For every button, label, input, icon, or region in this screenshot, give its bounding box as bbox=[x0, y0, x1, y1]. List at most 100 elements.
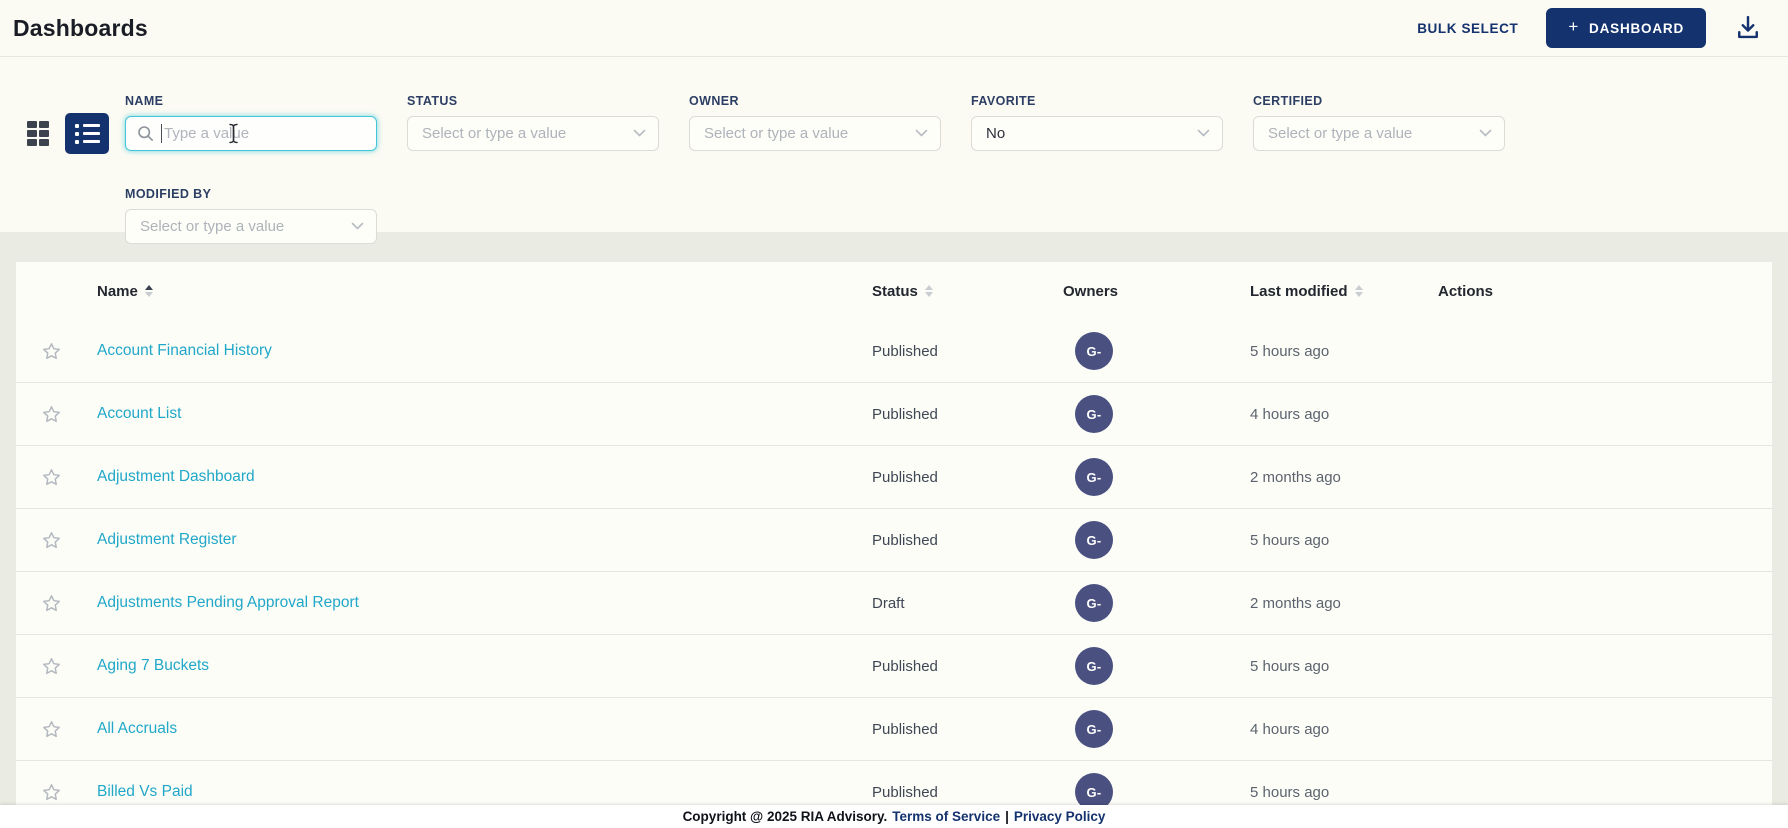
star-outline-icon bbox=[41, 719, 62, 740]
last-modified-value: 2 months ago bbox=[1250, 469, 1438, 486]
last-modified-value: 4 hours ago bbox=[1250, 721, 1438, 738]
terms-of-service-link[interactable]: Terms of Service bbox=[892, 809, 1000, 824]
chevron-down-icon bbox=[915, 125, 928, 142]
star-outline-icon bbox=[41, 467, 62, 488]
favorite-star-button[interactable] bbox=[41, 656, 62, 677]
status-value: Published bbox=[872, 406, 1063, 423]
name-filter-input[interactable] bbox=[125, 116, 377, 151]
plus-icon: + bbox=[1568, 17, 1579, 37]
modified-by-filter-select[interactable]: Select or type a value bbox=[125, 209, 377, 244]
owner-filter-label: OWNER bbox=[689, 94, 941, 108]
dashboard-name-link[interactable]: Aging 7 Buckets bbox=[97, 657, 209, 674]
favorite-star-button[interactable] bbox=[41, 782, 62, 803]
status-value: Published bbox=[872, 658, 1063, 675]
status-value: Published bbox=[872, 721, 1063, 738]
dashboards-table: Name Status Owners Last modified Actions… bbox=[16, 262, 1772, 824]
filter-field-owner: OWNER Select or type a value bbox=[689, 94, 941, 151]
dashboard-name-link[interactable]: Adjustment Dashboard bbox=[97, 468, 255, 485]
sort-icon-last-modified bbox=[1355, 285, 1363, 297]
favorite-star-button[interactable] bbox=[41, 530, 62, 551]
chevron-down-icon bbox=[351, 218, 364, 235]
filter-field-status: STATUS Select or type a value bbox=[407, 94, 659, 151]
owner-avatar: G- bbox=[1075, 647, 1113, 685]
star-outline-icon bbox=[41, 341, 62, 362]
owner-filter-placeholder: Select or type a value bbox=[704, 125, 848, 142]
dashboard-name-link[interactable]: Account Financial History bbox=[97, 342, 272, 359]
favorite-star-button[interactable] bbox=[41, 341, 62, 362]
list-icon bbox=[75, 124, 100, 128]
owner-avatar: G- bbox=[1075, 332, 1113, 370]
certified-filter-label: CERTIFIED bbox=[1253, 94, 1505, 108]
column-header-status[interactable]: Status bbox=[872, 283, 1063, 300]
card-view-toggle[interactable] bbox=[27, 120, 51, 148]
new-dashboard-button[interactable]: + DASHBOARD bbox=[1546, 8, 1706, 48]
last-modified-value: 5 hours ago bbox=[1250, 658, 1438, 675]
dashboard-name-link[interactable]: Account List bbox=[97, 405, 181, 422]
column-header-last-modified[interactable]: Last modified bbox=[1250, 283, 1438, 300]
dashboard-name-link[interactable]: All Accruals bbox=[97, 720, 177, 737]
table-row: Aging 7 Buckets Published G- 5 hours ago bbox=[16, 635, 1772, 698]
favorite-star-button[interactable] bbox=[41, 404, 62, 425]
status-value: Published bbox=[872, 784, 1063, 801]
sort-icon-name-ascending bbox=[145, 285, 153, 297]
name-filter-label: NAME bbox=[125, 94, 377, 108]
header-actions: BULK SELECT + DASHBOARD bbox=[1417, 8, 1762, 48]
star-outline-icon bbox=[41, 782, 62, 803]
footer-separator: | bbox=[1005, 809, 1009, 824]
status-filter-label: STATUS bbox=[407, 94, 659, 108]
filter-section: NAME STATUS Selec bbox=[0, 57, 1788, 232]
download-icon bbox=[1734, 13, 1762, 44]
dashboard-name-link[interactable]: Billed Vs Paid bbox=[97, 783, 193, 800]
filter-field-modified-by: MODIFIED BY Select or type a value bbox=[125, 187, 377, 244]
bulk-select-button[interactable]: BULK SELECT bbox=[1417, 21, 1518, 36]
privacy-policy-link[interactable]: Privacy Policy bbox=[1014, 809, 1106, 824]
owner-filter-select[interactable]: Select or type a value bbox=[689, 116, 941, 151]
filter-field-favorite: FAVORITE No bbox=[971, 94, 1223, 151]
column-header-name[interactable]: Name bbox=[97, 283, 872, 300]
last-modified-value: 5 hours ago bbox=[1250, 343, 1438, 360]
filter-field-certified: CERTIFIED Select or type a value bbox=[1253, 94, 1505, 151]
favorite-star-button[interactable] bbox=[41, 467, 62, 488]
table-row: Adjustment Dashboard Published G- 2 mont… bbox=[16, 446, 1772, 509]
filter-row-2: MODIFIED BY Select or type a value bbox=[125, 187, 377, 244]
chevron-down-icon bbox=[633, 125, 646, 142]
star-outline-icon bbox=[41, 530, 62, 551]
favorite-star-button[interactable] bbox=[41, 593, 62, 614]
dashboard-name-link[interactable]: Adjustment Register bbox=[97, 531, 237, 548]
favorite-star-button[interactable] bbox=[41, 719, 62, 740]
download-button[interactable] bbox=[1734, 13, 1762, 44]
favorite-filter-value: No bbox=[986, 125, 1005, 142]
last-modified-value: 5 hours ago bbox=[1250, 784, 1438, 801]
list-view-toggle[interactable] bbox=[65, 113, 109, 154]
certified-filter-select[interactable]: Select or type a value bbox=[1253, 116, 1505, 151]
filter-field-name: NAME bbox=[125, 94, 377, 151]
certified-filter-placeholder: Select or type a value bbox=[1268, 125, 1412, 142]
table-row: Account Financial History Published G- 5… bbox=[16, 320, 1772, 383]
star-outline-icon bbox=[41, 656, 62, 677]
status-value: Published bbox=[872, 532, 1063, 549]
table-row: Account List Published G- 4 hours ago bbox=[16, 383, 1772, 446]
modified-by-filter-label: MODIFIED BY bbox=[125, 187, 377, 201]
last-modified-value: 4 hours ago bbox=[1250, 406, 1438, 423]
status-filter-placeholder: Select or type a value bbox=[422, 125, 566, 142]
table-row: Adjustments Pending Approval Report Draf… bbox=[16, 572, 1772, 635]
favorite-filter-select[interactable]: No bbox=[971, 116, 1223, 151]
owner-avatar: G- bbox=[1075, 584, 1113, 622]
last-modified-value: 5 hours ago bbox=[1250, 532, 1438, 549]
status-value: Draft bbox=[872, 595, 1063, 612]
app-footer: Copyright @ 2025 RIA Advisory. Terms of … bbox=[0, 805, 1788, 828]
status-filter-select[interactable]: Select or type a value bbox=[407, 116, 659, 151]
app-header: Dashboards BULK SELECT + DASHBOARD bbox=[0, 0, 1788, 57]
favorite-filter-label: FAVORITE bbox=[971, 94, 1223, 108]
star-outline-icon bbox=[41, 593, 62, 614]
owner-avatar: G- bbox=[1075, 521, 1113, 559]
grid-icon bbox=[27, 121, 37, 128]
dashboard-name-link[interactable]: Adjustments Pending Approval Report bbox=[97, 594, 359, 611]
status-value: Published bbox=[872, 469, 1063, 486]
star-outline-icon bbox=[41, 404, 62, 425]
status-value: Published bbox=[872, 343, 1063, 360]
column-header-owners: Owners bbox=[1063, 283, 1250, 300]
table-header-row: Name Status Owners Last modified Actions bbox=[16, 262, 1772, 320]
table-body: Account Financial History Published G- 5… bbox=[16, 320, 1772, 824]
owner-avatar: G- bbox=[1075, 710, 1113, 748]
